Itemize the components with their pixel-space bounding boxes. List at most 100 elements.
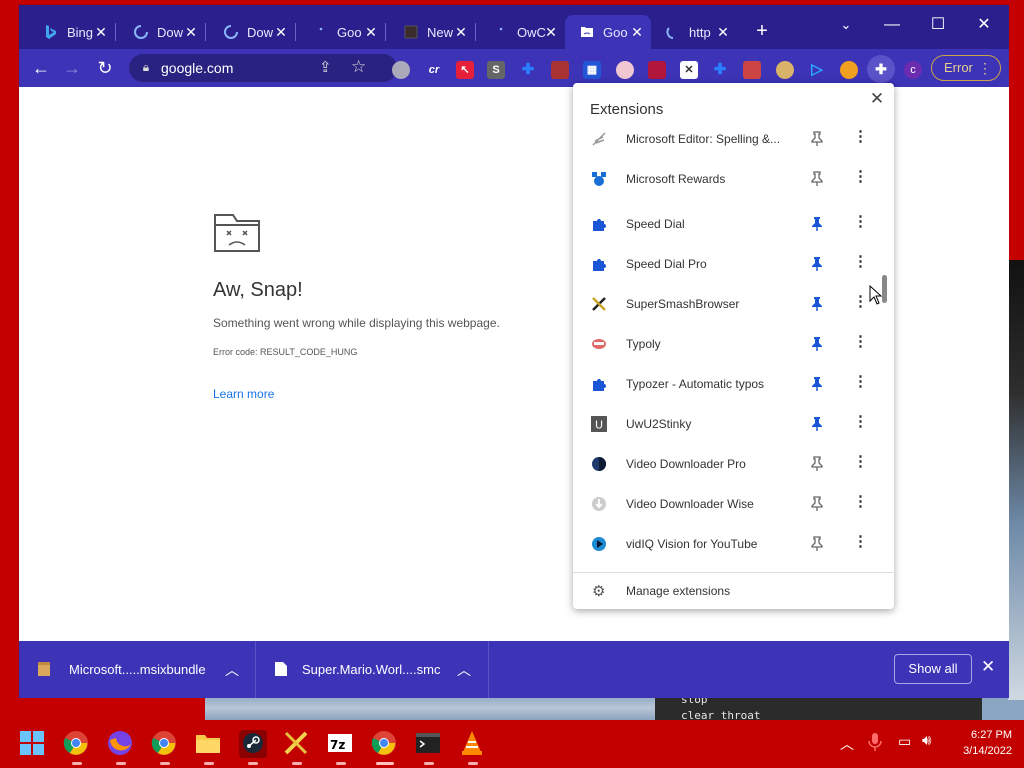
extension-item[interactable]: vidIQ Vision for YouTube ⋮ (573, 524, 883, 564)
extension-grid-icon[interactable]: ▦ (583, 61, 601, 79)
pin-outline-icon[interactable] (811, 131, 823, 147)
maximize-button[interactable]: ☐ (915, 11, 961, 39)
microphone-icon[interactable] (868, 732, 884, 752)
tab-dow-1[interactable]: Dow ✕ (119, 15, 205, 49)
profile-avatar[interactable]: c (904, 61, 922, 79)
new-tab-button[interactable]: + (752, 21, 772, 41)
close-icon[interactable]: ✕ (453, 24, 469, 40)
learn-more-link[interactable]: Learn more (213, 387, 274, 401)
more-options-icon[interactable]: ⋮ (853, 374, 868, 390)
download-item[interactable]: Microsoft.....msixbundle ︿ (19, 641, 255, 698)
profile-error-button[interactable]: Error ⋮ (931, 55, 1001, 81)
tab-dow-2[interactable]: Dow ✕ (209, 15, 295, 49)
more-menu-icon[interactable]: ⋮ (978, 56, 992, 80)
extension-item[interactable]: Video Downloader Pro ⋮ (573, 444, 883, 484)
close-icon[interactable]: ✕ (543, 24, 559, 40)
more-options-icon[interactable]: ⋮ (853, 334, 868, 350)
bookmark-star-icon[interactable]: ☆ (351, 57, 366, 77)
address-url[interactable]: google.com (161, 60, 233, 76)
tab-bing[interactable]: Bing ✕ (29, 15, 115, 49)
close-icon[interactable]: ✕ (629, 24, 645, 40)
extension-cloud-icon[interactable] (392, 61, 410, 79)
tab-http[interactable]: http ✕ (651, 15, 737, 49)
extension-s-icon[interactable]: S (487, 61, 505, 79)
extension-typoly-icon[interactable] (616, 61, 634, 79)
chevron-up-icon[interactable]: ︿ (840, 734, 854, 754)
extension-mushroom-icon[interactable] (840, 61, 858, 79)
volume-icon[interactable]: 🔊︎ (922, 732, 931, 749)
pin-filled-icon[interactable] (811, 216, 823, 232)
minimize-button[interactable]: — (869, 11, 915, 39)
extension-puzzle-icon[interactable]: ✚ (711, 61, 729, 79)
extension-item[interactable]: Speed Dial ⋮ (573, 204, 883, 244)
chrome-icon[interactable] (371, 730, 399, 765)
close-icon[interactable]: ✕ (183, 24, 199, 40)
terminal-icon[interactable] (415, 730, 443, 765)
7zip-icon[interactable]: 7z (327, 730, 355, 765)
extension-image-icon[interactable] (743, 61, 761, 79)
close-icon[interactable]: ✕ (715, 24, 731, 40)
firefox-icon[interactable] (107, 730, 135, 765)
extension-video-icon[interactable] (648, 61, 666, 79)
extension-item[interactable]: SuperSmashBrowser ⋮ (573, 284, 883, 324)
chrome-icon[interactable] (63, 730, 91, 765)
extension-item[interactable]: Typozer - Automatic typos ⋮ (573, 364, 883, 404)
pin-filled-icon[interactable] (811, 256, 823, 272)
close-icon[interactable]: ✕ (363, 24, 379, 40)
extension-dog-icon[interactable] (776, 61, 794, 79)
pin-filled-icon[interactable] (811, 296, 823, 312)
share-icon[interactable]: ⇪ (319, 58, 332, 76)
extension-item[interactable]: Microsoft Editor: Spelling &... ⋮ (573, 119, 883, 159)
more-options-icon[interactable]: ⋮ (853, 414, 868, 430)
vlc-icon[interactable] (459, 730, 487, 765)
extension-cube-icon[interactable] (551, 61, 569, 79)
extension-item[interactable]: U UwU2Stinky ⋮ (573, 404, 883, 444)
show-all-button[interactable]: Show all (894, 654, 972, 684)
pin-outline-icon[interactable] (811, 496, 823, 512)
more-options-icon[interactable]: ⋮ (853, 534, 868, 550)
extensions-menu-button[interactable]: ✚ (867, 55, 895, 83)
more-options-icon[interactable]: ⋮ (853, 129, 868, 145)
windows-start-icon[interactable] (19, 730, 47, 758)
extension-item[interactable]: Typoly ⋮ (573, 324, 883, 364)
manage-extensions-button[interactable]: ⚙ Manage extensions (573, 574, 894, 607)
tab-goo-1[interactable]: Goo ✕ (299, 15, 385, 49)
pin-outline-icon[interactable] (811, 456, 823, 472)
tab-search-button[interactable]: ⌄ (823, 11, 869, 39)
tab-goo-active[interactable]: Goo ✕ (565, 15, 651, 49)
file-explorer-icon[interactable] (195, 730, 223, 765)
more-options-icon[interactable]: ⋮ (853, 214, 868, 230)
close-icon[interactable]: ✕ (93, 24, 109, 40)
forward-button[interactable]: → (59, 55, 85, 81)
close-icon[interactable]: ✕ (867, 89, 887, 109)
pin-filled-icon[interactable] (811, 416, 823, 432)
pin-filled-icon[interactable] (811, 336, 823, 352)
more-options-icon[interactable]: ⋮ (853, 494, 868, 510)
clock-date[interactable]: 3/14/2022 (948, 745, 1012, 757)
network-icon[interactable]: ▭ (898, 733, 911, 750)
extension-item[interactable]: Video Downloader Wise ⋮ (573, 484, 883, 524)
extension-puzzle-icon[interactable]: ✚ (519, 61, 537, 79)
pin-outline-icon[interactable] (811, 171, 823, 187)
pin-outline-icon[interactable] (811, 536, 823, 552)
sword-app-icon[interactable] (283, 730, 311, 765)
download-item[interactable]: Super.Mario.Worl....smc ︿ (256, 641, 488, 698)
steam-icon[interactable] (239, 730, 267, 765)
more-options-icon[interactable]: ⋮ (853, 254, 868, 270)
close-window-button[interactable]: ✕ (961, 11, 1007, 39)
address-bar[interactable]: 🔒︎ google.com ⇪ ☆ (129, 54, 397, 82)
reload-button[interactable]: ↻ (92, 55, 118, 81)
extension-swords-icon[interactable]: ✕ (680, 61, 698, 79)
pin-filled-icon[interactable] (811, 376, 823, 392)
extension-item[interactable]: Speed Dial Pro ⋮ (573, 244, 883, 284)
close-icon[interactable]: ✕ (273, 24, 289, 40)
extension-item[interactable]: Microsoft Rewards ⋮ (573, 159, 883, 199)
chevron-up-icon[interactable]: ︿ (457, 660, 471, 680)
chrome-icon[interactable] (151, 730, 179, 765)
back-button[interactable]: ← (28, 55, 54, 81)
chevron-up-icon[interactable]: ︿ (225, 660, 239, 680)
extension-play-icon[interactable]: ▷ (808, 61, 826, 79)
more-options-icon[interactable]: ⋮ (853, 169, 868, 185)
tab-owc[interactable]: OwC ✕ (479, 15, 565, 49)
extension-cr-icon[interactable]: cr (425, 61, 443, 79)
